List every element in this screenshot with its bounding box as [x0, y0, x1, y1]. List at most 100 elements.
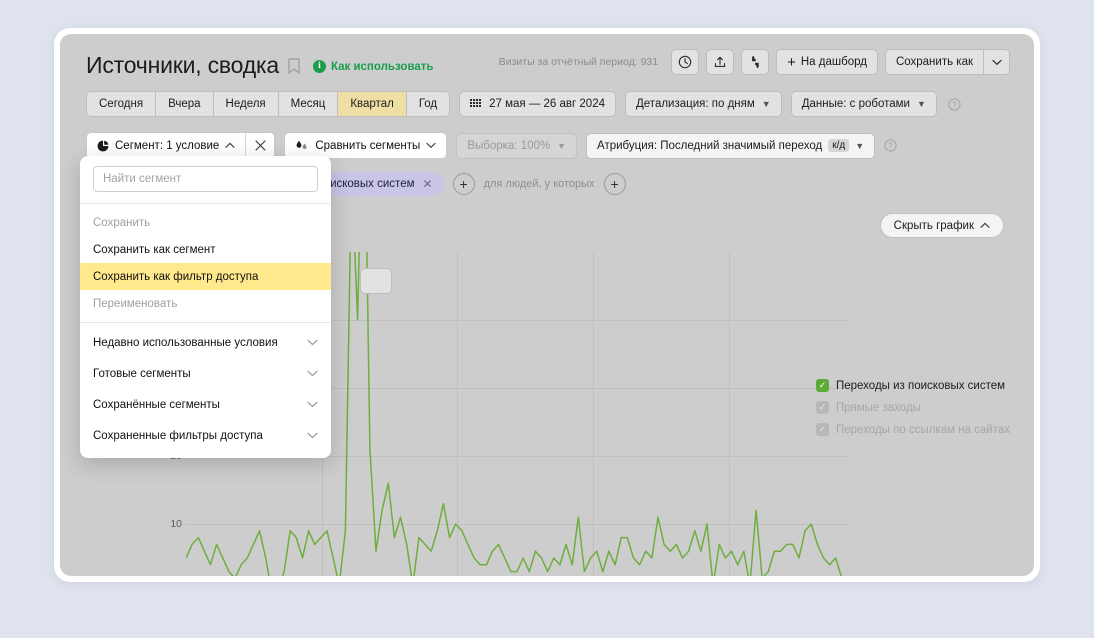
chevron-down-icon [426, 142, 436, 149]
y-axis-tick: 10 [170, 518, 182, 530]
close-icon [255, 140, 266, 151]
bookmark-icon[interactable] [288, 56, 300, 74]
save-as-group: Сохранить как [884, 49, 1010, 75]
info-icon: i [312, 60, 326, 73]
segment-row: Сегмент: 1 условие Сравнить сегменты Выб… [86, 132, 897, 159]
menu-group-label: Сохраненные фильтры доступа [93, 429, 263, 442]
header-actions: Визиты за отчётный период: 931 + На дашб… [499, 49, 1010, 75]
period-tab-quarter[interactable]: Квартал [338, 92, 407, 116]
period-tab-today[interactable]: Сегодня [87, 92, 157, 116]
menu-item-save-as-access-filter[interactable]: Сохранить как фильтр доступа [80, 263, 331, 290]
legend-item-search[interactable]: ✓ Переходы из поисковых систем [815, 379, 1010, 392]
calendar-icon [470, 99, 482, 107]
question-circle-icon[interactable]: ? [948, 97, 961, 111]
title-row: Источники, сводка i Как использовать [86, 50, 433, 80]
data-robots-label: Данные: с роботами [801, 98, 910, 110]
chart-legend: ✓ Переходы из поисковых систем ✓ Прямые … [815, 379, 1010, 436]
checkbox-icon[interactable]: ✓ [815, 379, 829, 392]
attribution-label: Атрибуция: Последний значимый переход [597, 139, 823, 152]
save-as-caret-button[interactable] [983, 49, 1010, 75]
menu-group-saved-segments[interactable]: Сохранённые сегменты [80, 389, 331, 420]
segment-label: Сегмент: 1 условие [115, 139, 220, 152]
data-robots-button[interactable]: Данные: с роботами ▼ [790, 91, 937, 117]
attribution-button[interactable]: Атрибуция: Последний значимый переход к/… [586, 132, 876, 159]
chevron-down-icon [307, 339, 318, 346]
add-to-dashboard-button[interactable]: + На дашборд [776, 49, 878, 75]
checkbox-icon[interactable]: ✓ [815, 423, 829, 436]
export-button[interactable] [706, 49, 735, 75]
period-tab-month[interactable]: Месяц [279, 92, 339, 116]
checkbox-icon[interactable]: ✓ [815, 401, 829, 414]
date-range-button[interactable]: 27 мая — 26 авг 2024 [459, 91, 616, 117]
legend-item-direct[interactable]: ✓ Прямые заходы [815, 401, 1010, 414]
chevron-up-icon [225, 142, 235, 148]
history-button[interactable] [671, 49, 700, 75]
compare-segments-button[interactable]: Сравнить сегменты [284, 132, 448, 159]
segment-dropdown-panel: Сохранить Сохранить как сегмент Сохранит… [80, 156, 331, 458]
pie-chart-icon [97, 140, 109, 151]
svg-text:?: ? [888, 141, 893, 150]
segment-close-button[interactable] [246, 133, 274, 158]
page-title: Источники, сводка [86, 52, 279, 78]
chevron-down-icon [307, 370, 318, 377]
period-tab-year[interactable]: Год [407, 92, 449, 116]
chevron-down-icon [307, 401, 318, 408]
segment-button[interactable]: Сегмент: 1 условие [87, 133, 247, 158]
segment-group: Сегмент: 1 условие [86, 132, 276, 159]
hide-chart-button[interactable]: Скрыть график [879, 213, 1004, 238]
period-tabs: Сегодня Вчера Неделя Месяц Квартал Год [86, 91, 451, 117]
question-circle-icon[interactable]: ? [884, 139, 897, 152]
period-tab-week[interactable]: Неделя [214, 92, 279, 116]
clock-icon [678, 55, 692, 69]
segment-search-input[interactable] [93, 166, 318, 192]
share-upload-icon [714, 56, 726, 67]
menu-group-label: Готовые сегменты [93, 367, 191, 380]
chevron-down-icon: ▼ [761, 99, 771, 109]
visits-counter: Визиты за отчётный период: 931 [498, 56, 659, 68]
thumbs-icon [749, 56, 761, 68]
close-icon[interactable]: ✕ [423, 177, 433, 191]
menu-item-rename[interactable]: Переименовать [80, 290, 331, 317]
legend-item-label: Прямые заходы [835, 401, 921, 414]
chevron-down-icon: ▼ [855, 140, 865, 151]
chevron-down-icon [991, 59, 1002, 65]
legend-item-label: Переходы по ссылкам на сайтах [835, 423, 1010, 436]
detalization-label: Детализация: по дням [636, 98, 755, 110]
add-condition-button[interactable]: + [452, 173, 475, 195]
feedback-button[interactable] [741, 49, 770, 75]
period-tab-yesterday[interactable]: Вчера [156, 92, 214, 116]
detalization-button[interactable]: Детализация: по дням ▼ [625, 91, 782, 117]
legend-item-label: Переходы из поисковых систем [835, 379, 1006, 392]
obscured-toolbar-button[interactable] [360, 268, 392, 294]
menu-item-save-as-segment[interactable]: Сохранить как сегмент [80, 236, 331, 263]
save-as-button[interactable]: Сохранить как [884, 49, 983, 75]
compare-segments-label: Сравнить сегменты [315, 139, 421, 152]
save-as-label: Сохранить как [895, 56, 973, 68]
segment-dropdown-actions: Сохранить Сохранить как сегмент Сохранит… [80, 204, 331, 322]
menu-group-recent-conditions[interactable]: Недавно использованные условия [80, 327, 331, 358]
menu-group-ready-segments[interactable]: Готовые сегменты [80, 358, 331, 389]
sampling-button[interactable]: Выборка: 100% ▼ [456, 132, 578, 159]
menu-item-save[interactable]: Сохранить [80, 209, 331, 236]
how-to-use-link[interactable]: i Как использовать [312, 60, 434, 73]
segment-search-wrapper [80, 166, 331, 203]
menu-group-label: Сохранённые сегменты [93, 398, 220, 411]
droplets-icon [296, 140, 307, 149]
chevron-down-icon: ▼ [557, 140, 567, 151]
period-row: Сегодня Вчера Неделя Месяц Квартал Год 2… [86, 91, 961, 117]
chevron-down-icon: ▼ [916, 99, 926, 109]
sampling-label: Выборка: 100% [467, 139, 551, 152]
plus-icon: + [787, 53, 796, 71]
date-range-label: 27 мая — 26 авг 2024 [489, 98, 605, 110]
menu-group-saved-access-filters[interactable]: Сохраненные фильтры доступа [80, 420, 331, 451]
segment-dropdown-groups: Недавно использованные условия Готовые с… [80, 323, 331, 458]
add-to-dashboard-label: На дашборд [800, 56, 867, 68]
attribution-badge: к/д [828, 139, 850, 152]
plus-circle-icon: + [610, 176, 619, 192]
legend-item-referral[interactable]: ✓ Переходы по ссылкам на сайтах [815, 423, 1010, 436]
chevron-down-icon [307, 432, 318, 439]
how-to-use-label: Как использовать [330, 60, 434, 73]
add-people-condition-button[interactable]: + [603, 173, 626, 195]
for-people-label: для людей, у которых [483, 178, 595, 190]
app-surface: Источники, сводка i Как использовать Виз… [60, 34, 1034, 576]
